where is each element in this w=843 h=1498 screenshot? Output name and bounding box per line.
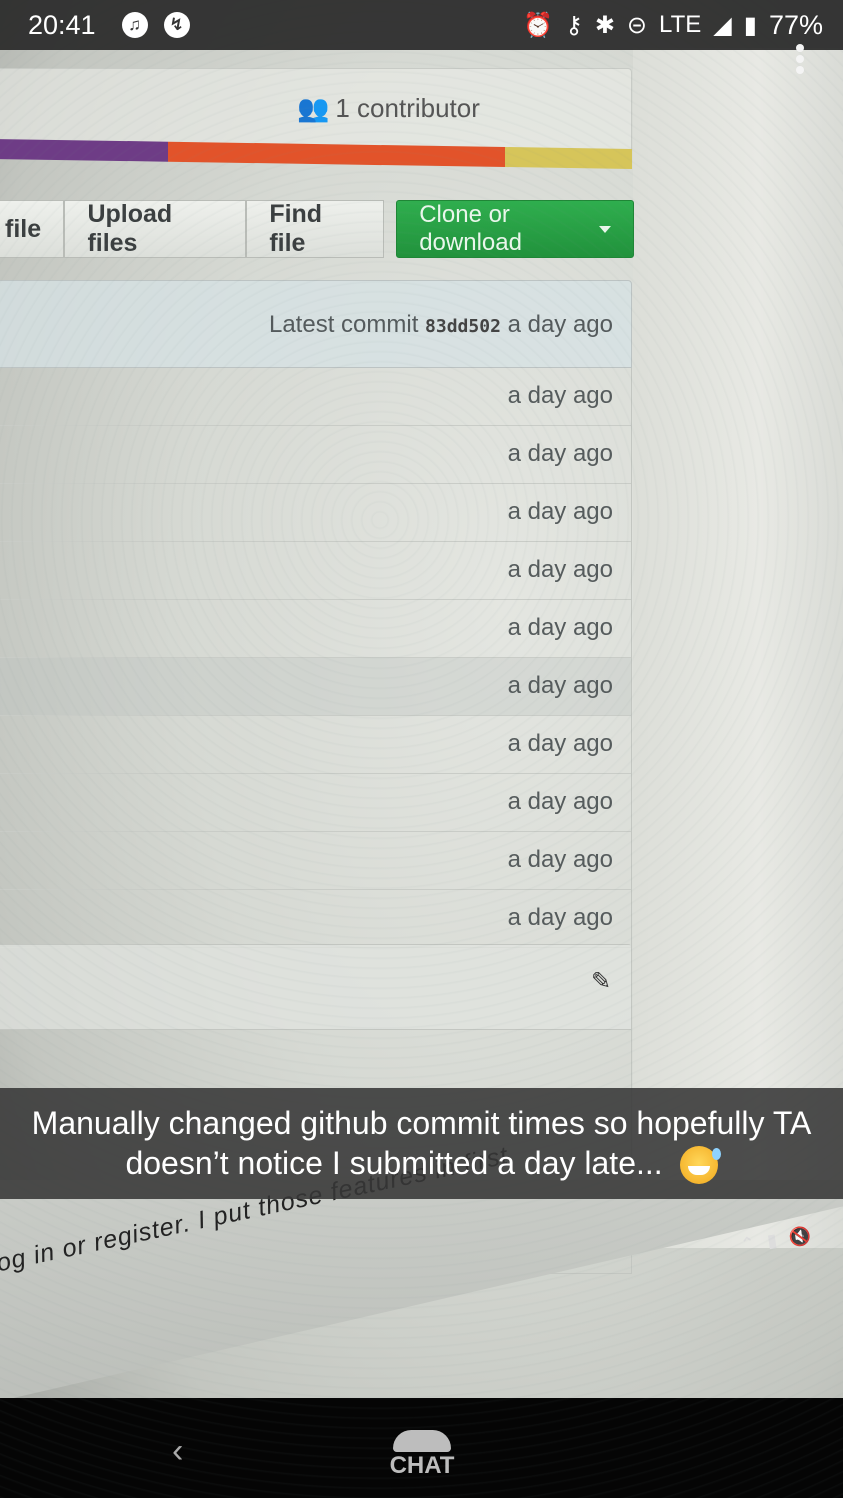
file-row-age: a day ago xyxy=(507,788,613,815)
more-options-icon[interactable] xyxy=(794,44,806,74)
file-row[interactable]: a day ago xyxy=(0,890,631,948)
battery-percent: 77% xyxy=(768,9,823,40)
latest-commit-bar: Latest commit 83dd502 a day ago xyxy=(0,280,632,368)
chat-bubble-icon xyxy=(393,1430,451,1452)
caret-down-icon xyxy=(599,225,611,233)
clone-label: Clone or download xyxy=(419,201,522,256)
pencil-edit-icon[interactable]: ✎ xyxy=(591,967,617,995)
music-note-icon: ♫ xyxy=(121,12,148,38)
file-row-age: a day ago xyxy=(507,846,613,873)
chat-button[interactable]: CHAT xyxy=(380,1430,464,1480)
file-row[interactable]: a day ago xyxy=(0,774,631,832)
signal-icon: ◢ xyxy=(713,11,732,39)
battery-tray-icon: ▮ xyxy=(765,1229,779,1252)
readme-header: ✎ xyxy=(0,945,631,1030)
latest-commit-info: Latest commit 83dd502 a day ago xyxy=(269,311,613,339)
file-row[interactable]: a day ago xyxy=(0,484,631,542)
contributors-box: 👥 1 contributor xyxy=(0,68,632,149)
file-row-age: a day ago xyxy=(507,556,613,583)
commit-sha-link[interactable]: 83dd502 xyxy=(425,316,501,337)
upload-files-button[interactable]: Upload files xyxy=(64,200,247,258)
chat-label: CHAT xyxy=(389,1452,455,1479)
key-icon: ⚷ xyxy=(565,11,583,39)
snap-caption: Manually changed github commit times so … xyxy=(0,1088,843,1199)
do-not-disturb-icon: ⊝ xyxy=(626,11,648,39)
file-row[interactable]: a day ago xyxy=(0,716,631,774)
monitor-background xyxy=(633,48,843,1248)
file-row-age: a day ago xyxy=(507,904,613,931)
file-row[interactable]: a day ago xyxy=(0,368,631,426)
status-time: 20:41 xyxy=(28,9,96,40)
people-icon: 👥 xyxy=(297,93,330,123)
back-chevron-icon[interactable]: ‹ xyxy=(172,1432,183,1471)
status-bar: 20:41 ♫ ↯ ⏰ ⚷ ✱ ⊝ LTE ◢ ▮ 77% xyxy=(0,0,843,50)
language-segment[interactable] xyxy=(504,146,632,169)
contributors-link[interactable]: 👥 1 contributor xyxy=(297,93,480,124)
language-segment[interactable] xyxy=(167,141,505,167)
file-row[interactable]: a day ago xyxy=(0,658,631,716)
file-row-age: a day ago xyxy=(507,498,613,525)
mute-icon: 🔇 xyxy=(787,1225,813,1249)
battery-icon: ▮ xyxy=(743,11,757,39)
clone-or-download-button[interactable]: Clone or download xyxy=(396,200,634,258)
status-right: ⏰ ⚷ ✱ ⊝ LTE ◢ ▮ 77% xyxy=(523,10,823,41)
file-row[interactable]: a day ago xyxy=(0,832,631,890)
github-repo-panel: 👥 1 contributor file Upload files Find f… xyxy=(0,62,634,1274)
file-row-age: a day ago xyxy=(507,672,613,699)
create-file-button[interactable]: file xyxy=(0,200,65,258)
file-actions: file Upload files Find file Clone or dow… xyxy=(0,200,634,260)
latest-commit-label: Latest commit xyxy=(268,311,419,338)
contributors-label: 1 contributor xyxy=(335,93,480,123)
alarm-icon: ⏰ xyxy=(523,11,554,39)
photo-background: 👥 1 contributor file Upload files Find f… xyxy=(0,0,843,1498)
grinning-sweat-emoji-icon xyxy=(679,1146,721,1185)
network-label: LTE xyxy=(659,11,702,38)
file-row-age: a day ago xyxy=(507,440,613,467)
latest-commit-age: a day ago xyxy=(507,311,613,338)
caption-text-wrap: Manually changed github commit times so … xyxy=(20,1103,823,1185)
messenger-icon: ↯ xyxy=(163,12,190,38)
file-row-age: a day ago xyxy=(507,614,613,641)
file-row-age: a day ago xyxy=(507,730,613,757)
file-list: a day ago a day ago a day ago a day ago a da… xyxy=(0,368,632,948)
bluetooth-icon: ✱ xyxy=(594,11,615,39)
file-row[interactable]: a day ago xyxy=(0,600,631,658)
file-row[interactable]: a day ago xyxy=(0,542,631,600)
file-row-age: a day ago xyxy=(507,382,613,409)
language-segment[interactable] xyxy=(0,139,168,162)
find-file-button[interactable]: Find file xyxy=(246,200,385,258)
file-row[interactable]: a day ago xyxy=(0,426,631,484)
chevron-up-icon: ⌃ xyxy=(738,1232,757,1255)
